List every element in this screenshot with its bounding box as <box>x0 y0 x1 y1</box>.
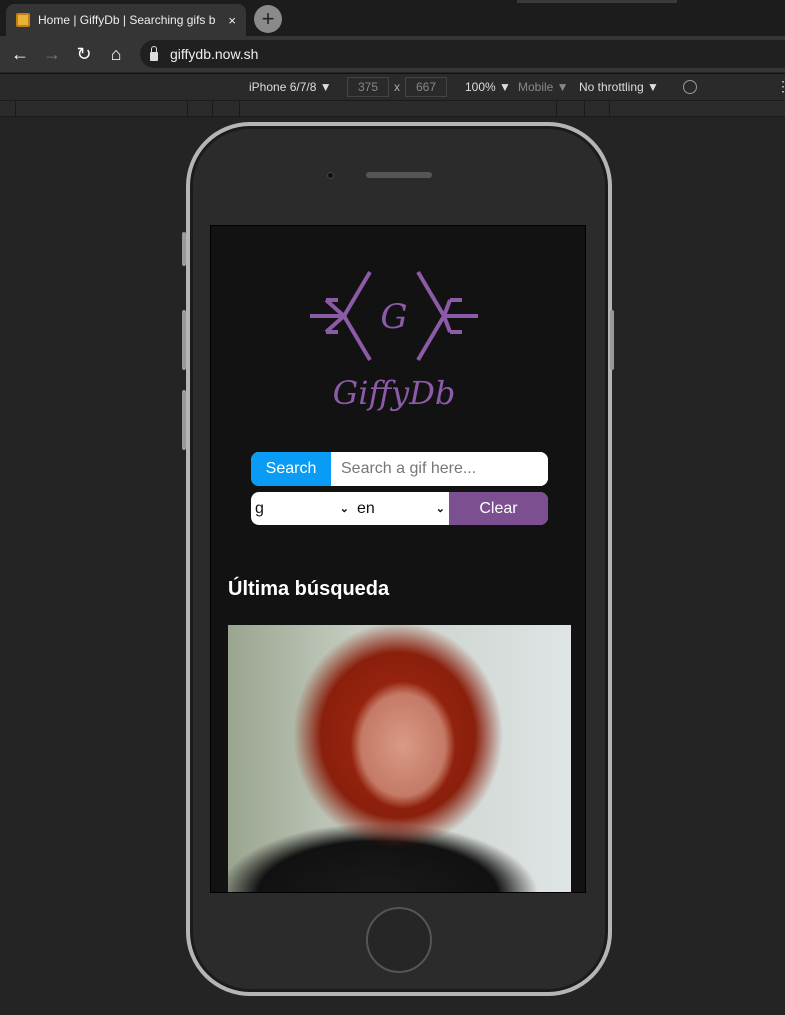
favicon-icon <box>16 13 30 27</box>
filters-row: g ⌄ en ⌄ Clear <box>251 492 548 525</box>
rotate-icon[interactable] <box>683 80 697 94</box>
height-input[interactable]: 667 <box>405 77 447 97</box>
close-tab-icon[interactable]: × <box>228 13 236 28</box>
camera-icon <box>327 172 334 179</box>
volume-up-button <box>182 310 186 370</box>
logo-text: GiffyDb <box>333 374 456 412</box>
tab-title: Home | GiffyDb | Searching gifs b <box>38 13 216 27</box>
mute-switch <box>182 232 186 266</box>
width-input[interactable]: 375 <box>347 77 389 97</box>
zoom-select[interactable]: 100% ▼ <box>465 80 511 94</box>
giffydb-logo[interactable]: G GiffyDb <box>306 270 496 420</box>
url-field[interactable]: giffydb.now.sh <box>140 40 785 68</box>
power-button <box>610 310 614 370</box>
window-drag-area[interactable] <box>517 0 677 3</box>
volume-down-button <box>182 390 186 450</box>
speaker-grille <box>366 172 432 178</box>
search-form: Search <box>251 452 548 486</box>
rating-value: g <box>255 499 264 517</box>
device-select[interactable]: iPhone 6/7/8 ▼ <box>249 80 332 94</box>
rating-select[interactable]: g ⌄ <box>251 492 353 525</box>
gif-result[interactable] <box>228 625 571 892</box>
forward-icon[interactable]: → <box>36 44 68 65</box>
dimension-separator: x <box>394 80 400 94</box>
reload-icon[interactable]: ↻ <box>68 44 100 65</box>
home-button <box>366 907 432 973</box>
section-title: Última búsqueda <box>228 578 390 600</box>
logo-letter: G <box>380 297 407 337</box>
throttling-select[interactable]: No throttling ▼ <box>579 80 659 94</box>
media-query-bar[interactable] <box>0 100 785 117</box>
url-text: giffydb.now.sh <box>170 46 259 62</box>
lock-icon <box>150 45 158 61</box>
more-options-icon[interactable]: ⋮ <box>776 78 785 95</box>
chevron-down-icon: ⌄ <box>435 503 445 515</box>
tab-strip: Home | GiffyDb | Searching gifs b × + <box>0 0 785 36</box>
device-screen: G GiffyDb Search g ⌄ en ⌄ Clear Última b… <box>210 225 586 893</box>
new-tab-button[interactable]: + <box>254 5 282 33</box>
back-icon[interactable]: ← <box>4 44 36 65</box>
browser-tab[interactable]: Home | GiffyDb | Searching gifs b × <box>6 4 246 36</box>
mode-select[interactable]: Mobile ▼ <box>518 80 569 94</box>
search-button[interactable]: Search <box>251 452 331 486</box>
search-input[interactable] <box>331 452 548 486</box>
clear-button[interactable]: Clear <box>449 492 548 525</box>
home-icon[interactable]: ⌂ <box>100 44 132 65</box>
language-value: en <box>357 499 375 517</box>
language-select[interactable]: en ⌄ <box>353 492 449 525</box>
device-toolbar: iPhone 6/7/8 ▼ 375 x 667 100% ▼ Mobile ▼… <box>0 73 785 100</box>
chevron-down-icon: ⌄ <box>339 503 349 515</box>
address-bar: ← → ↻ ⌂ giffydb.now.sh <box>0 36 785 72</box>
